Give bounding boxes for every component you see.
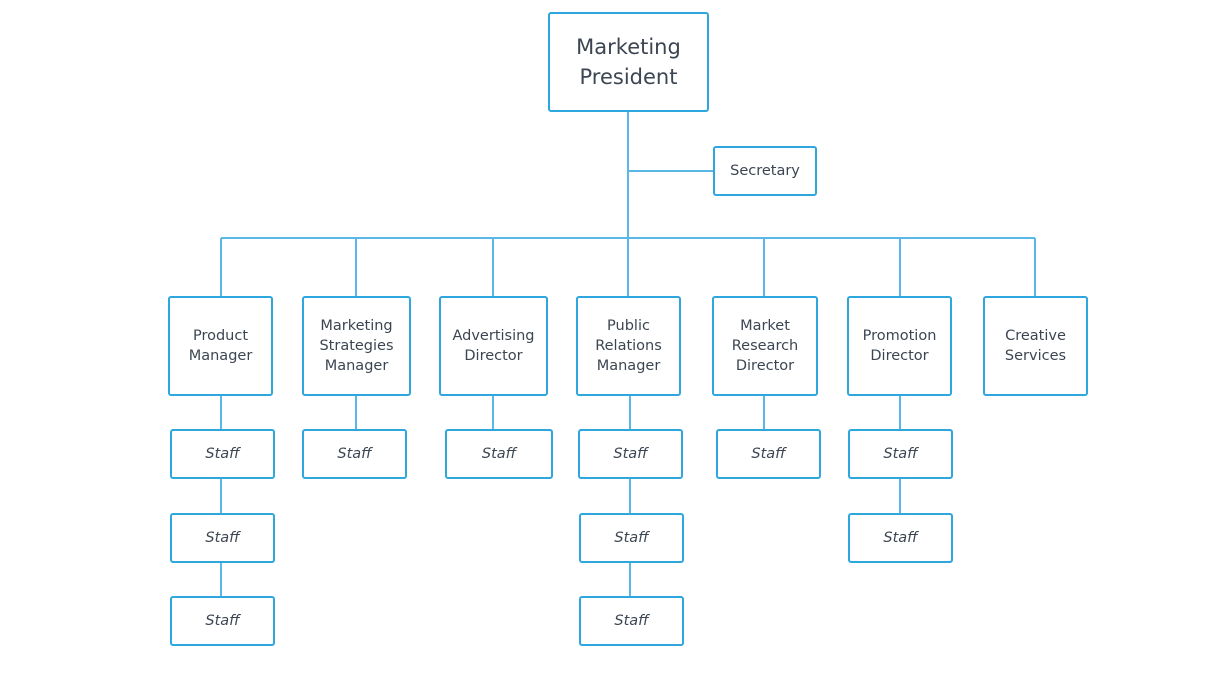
node-label: Staff (614, 530, 649, 546)
node-label: Staff (614, 613, 649, 629)
department-node[interactable]: Marketing Strategies Manager (302, 296, 411, 396)
staff-node[interactable]: Staff (170, 513, 275, 563)
department-node[interactable]: Product Manager (168, 296, 273, 396)
department-node[interactable]: Promotion Director (847, 296, 952, 396)
staff-node[interactable]: Staff (302, 429, 407, 479)
secretary-node[interactable]: Secretary (713, 146, 817, 196)
node-label: Staff (883, 530, 918, 546)
staff-node[interactable]: Staff (578, 429, 683, 479)
staff-node[interactable]: Staff (170, 429, 275, 479)
department-node[interactable]: Public Relations Manager (576, 296, 681, 396)
department-node[interactable]: Advertising Director (439, 296, 548, 396)
node-label: Public Relations Manager (595, 318, 662, 374)
node-label: Secretary (730, 163, 800, 179)
node-label: Marketing President (576, 35, 681, 89)
node-label: Product Manager (188, 328, 253, 364)
staff-node[interactable]: Staff (716, 429, 821, 479)
node-label: Staff (751, 446, 786, 462)
staff-node[interactable]: Staff (848, 429, 953, 479)
staff-node[interactable]: Staff (579, 513, 684, 563)
node-label: Staff (883, 446, 918, 462)
node-label: Promotion Director (862, 328, 937, 364)
department-node[interactable]: Creative Services (983, 296, 1088, 396)
node-label: Staff (481, 446, 517, 462)
node-label: Marketing Strategies Manager (319, 318, 394, 374)
node-label: Staff (205, 446, 240, 462)
node-label: Market Research Director (731, 318, 799, 374)
node-label: Staff (205, 613, 240, 629)
node-label: Advertising Director (452, 328, 535, 364)
node-label: Staff (337, 446, 372, 462)
node-label: Staff (613, 446, 648, 462)
node-label: Staff (205, 530, 240, 546)
node-label: Creative Services (1004, 328, 1067, 364)
staff-node[interactable]: Staff (170, 596, 275, 646)
department-node[interactable]: Market Research Director (712, 296, 818, 396)
staff-node[interactable]: Staff (848, 513, 953, 563)
president-node[interactable]: Marketing President (548, 12, 709, 112)
staff-node[interactable]: Staff (445, 429, 553, 479)
staff-node[interactable]: Staff (579, 596, 684, 646)
